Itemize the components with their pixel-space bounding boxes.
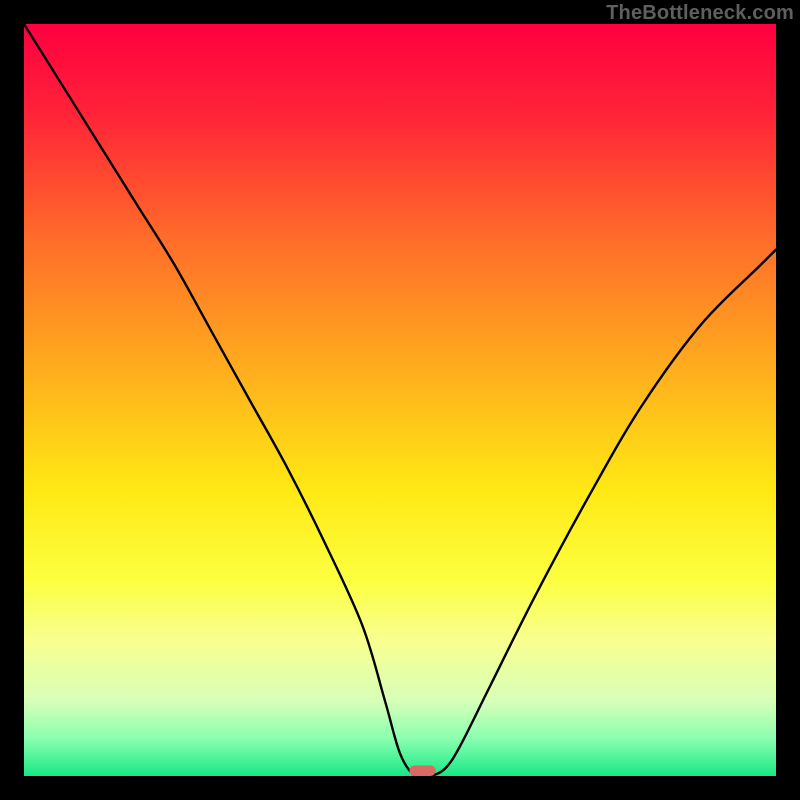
watermark-text: TheBottleneck.com	[606, 2, 794, 25]
chart-frame	[24, 24, 776, 776]
gradient-background	[24, 24, 776, 776]
optimal-marker	[409, 765, 435, 776]
bottleneck-chart	[24, 24, 776, 776]
